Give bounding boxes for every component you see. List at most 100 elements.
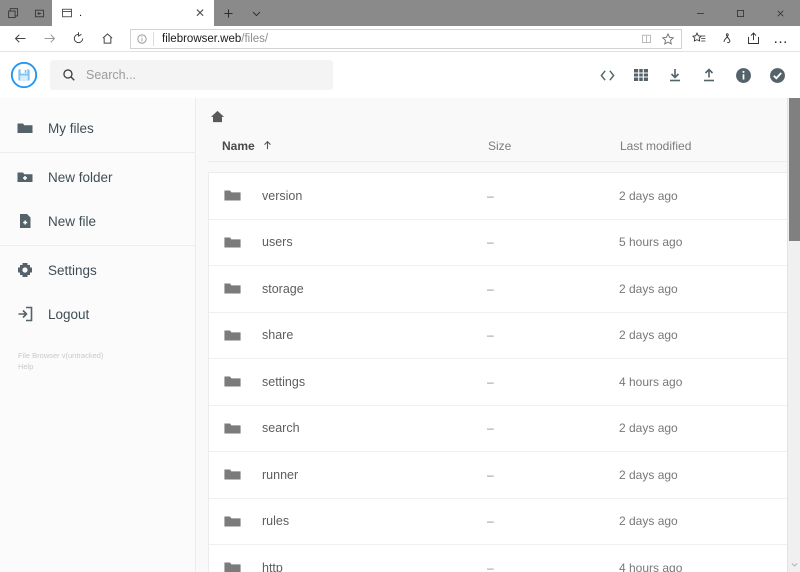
row-name-label: search: [262, 421, 300, 436]
reading-view-book-icon[interactable]: [635, 32, 657, 45]
column-header-name-label: Name: [222, 138, 255, 153]
table-row[interactable]: runner – 2 days ago: [209, 452, 789, 499]
refresh-icon[interactable]: [64, 27, 93, 51]
upload-icon[interactable]: [700, 66, 718, 84]
home-icon[interactable]: [93, 27, 122, 51]
sidebar-item-label: Settings: [48, 262, 97, 278]
row-size-cell: –: [487, 281, 494, 296]
favorites-hub-icon[interactable]: [686, 27, 713, 51]
row-name-cell: runner: [223, 465, 487, 484]
column-header-size[interactable]: Size: [488, 139, 620, 153]
table-row[interactable]: version – 2 days ago: [209, 173, 789, 220]
row-size-cell: –: [487, 421, 494, 436]
table-row[interactable]: share – 2 days ago: [209, 312, 789, 359]
minimize-button[interactable]: [680, 0, 720, 26]
row-size-cell: –: [487, 374, 494, 389]
more-options-icon[interactable]: …: [767, 27, 794, 51]
select-multiple-check-icon[interactable]: [768, 66, 786, 84]
table-row[interactable]: search – 2 days ago: [209, 405, 789, 452]
sidebar-item-label: New folder: [48, 169, 113, 185]
row-name-label: version: [262, 188, 303, 203]
row-size-cell: –: [487, 514, 494, 529]
tabs-you-set-aside-button[interactable]: [26, 0, 52, 26]
sidebar-item-label: My files: [48, 120, 94, 136]
tab-menu-chevron-down-icon[interactable]: [242, 0, 270, 26]
sidebar-footer: File Browser v(untracked) Help: [0, 350, 195, 372]
table-row[interactable]: storage – 2 days ago: [209, 266, 789, 313]
back-arrow-icon[interactable]: [6, 27, 35, 51]
sidebar-item-my-files[interactable]: My files: [0, 106, 195, 150]
navigation-bar: filebrowser.web/files/ …: [0, 26, 800, 51]
close-tab-icon[interactable]: ✕: [192, 5, 208, 21]
scroll-down-chevron-icon[interactable]: [788, 557, 800, 572]
app-header: Search...: [0, 52, 800, 98]
table-row[interactable]: http – 4 hours ago: [209, 545, 789, 572]
file-plus-icon: [16, 212, 34, 230]
row-size-cell: –: [487, 560, 494, 572]
favorite-star-icon[interactable]: [657, 32, 679, 46]
breadcrumb: [196, 98, 800, 130]
sidebar-divider-2: [0, 245, 195, 246]
download-icon[interactable]: [666, 66, 684, 84]
row-modified-cell: 2 days ago: [619, 328, 678, 343]
row-name-cell: share: [223, 326, 487, 345]
column-header-last-modified[interactable]: Last modified: [620, 139, 772, 153]
file-browser-logo[interactable]: [8, 59, 40, 91]
share-icon[interactable]: [740, 27, 767, 51]
file-browser-app: Search... My files New folder New file S…: [0, 52, 800, 572]
row-modified-cell: 2 days ago: [619, 281, 678, 296]
sidebar-item-label: Logout: [48, 306, 90, 322]
maximize-button[interactable]: [720, 0, 760, 26]
row-name-label: rules: [262, 514, 290, 529]
file-listing-area: Name Size Last modified version – 2 days a…: [196, 98, 800, 572]
row-name-cell: rules: [223, 512, 487, 531]
web-note-pen-icon[interactable]: [713, 27, 740, 51]
row-name-cell: version: [223, 186, 487, 205]
browser-tab[interactable]: . ✕: [52, 0, 214, 26]
table-row[interactable]: settings – 4 hours ago: [209, 359, 789, 406]
row-name-label: share: [262, 328, 294, 343]
logout-icon: [16, 305, 34, 323]
folder-icon: [223, 326, 242, 345]
set-tabs-aside-button[interactable]: [0, 0, 26, 26]
folder-plus-icon: [16, 168, 34, 186]
switch-view-grid-icon[interactable]: [632, 66, 650, 84]
table-row[interactable]: users – 5 hours ago: [209, 219, 789, 266]
info-icon[interactable]: [734, 66, 752, 84]
row-name-cell: users: [223, 233, 487, 252]
browser-toolbar-actions: …: [686, 27, 794, 51]
header-actions: [598, 66, 786, 84]
row-modified-cell: 2 days ago: [619, 514, 678, 529]
sidebar-item-new-folder[interactable]: New folder: [0, 155, 195, 199]
close-window-button[interactable]: [760, 0, 800, 26]
help-link[interactable]: Help: [18, 361, 177, 372]
new-tab-button[interactable]: [214, 0, 242, 26]
row-name-cell: storage: [223, 279, 487, 298]
toggle-shell-button[interactable]: [598, 66, 616, 84]
row-modified-cell: 4 hours ago: [619, 374, 683, 389]
search-input[interactable]: Search...: [50, 60, 333, 90]
table-row[interactable]: rules – 2 days ago: [209, 498, 789, 545]
address-bar[interactable]: filebrowser.web/files/: [130, 28, 682, 49]
row-name-label: storage: [262, 281, 304, 296]
row-name-label: users: [262, 235, 293, 250]
row-name-label: settings: [262, 374, 306, 389]
sidebar-item-logout[interactable]: Logout: [0, 292, 195, 336]
site-info-icon[interactable]: [131, 33, 153, 45]
column-header-name[interactable]: Name: [222, 139, 488, 153]
sidebar-item-settings[interactable]: Settings: [0, 248, 195, 292]
row-size-cell: –: [487, 467, 494, 482]
row-size-cell: –: [487, 235, 494, 250]
gear-icon: [16, 261, 34, 279]
home-icon[interactable]: [210, 109, 225, 124]
browser-window: . ✕ filebrowser.web/files/ … Search... M…: [0, 0, 800, 572]
vertical-scrollbar[interactable]: [787, 98, 800, 572]
search-placeholder: Search...: [86, 68, 137, 82]
row-modified-cell: 2 days ago: [619, 467, 678, 482]
forward-arrow-icon[interactable]: [35, 27, 64, 51]
scrollbar-thumb[interactable]: [789, 98, 800, 241]
url-domain: filebrowser.web: [162, 32, 242, 45]
row-size-cell: –: [487, 188, 494, 203]
sort-ascending-arrow-icon[interactable]: [262, 140, 273, 151]
sidebar-item-new-file[interactable]: New file: [0, 199, 195, 243]
